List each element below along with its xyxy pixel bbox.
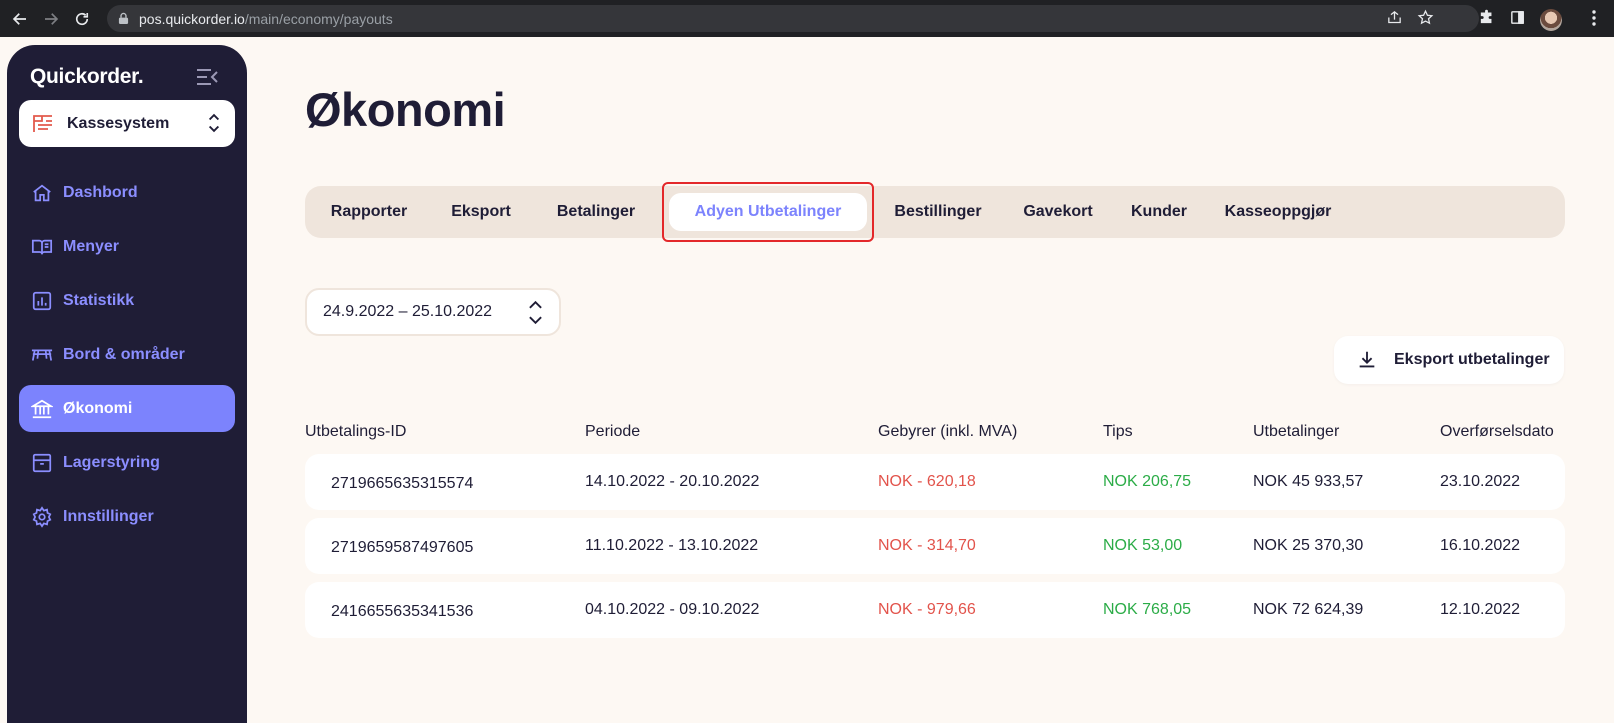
chevron-updown-icon: [207, 111, 221, 140]
table-row[interactable]: 2719659587497605 11.10.2022 - 13.10.2022…: [305, 518, 1565, 574]
date-range-value: 24.9.2022 – 25.10.2022: [323, 303, 493, 320]
transfer-date: 16.10.2022: [1440, 537, 1521, 554]
payout-amount: NOK 45 933,57: [1253, 473, 1364, 490]
export-payouts-label: Eksport utbetalinger: [1394, 351, 1550, 368]
export-payouts-button[interactable]: Eksport utbetalinger: [1334, 336, 1564, 384]
browser-toolbar: pos.quickorder.io/main/economy/payouts: [0, 0, 1614, 37]
column-header: Utbetalinger: [1253, 423, 1340, 440]
sidebar-item-innstillinger[interactable]: Innstillinger: [19, 493, 235, 540]
tab-rapporter[interactable]: Rapporter: [317, 193, 421, 231]
tab-bestillinger[interactable]: Bestillinger: [881, 193, 995, 231]
sidebar-item-menyer[interactable]: Menyer: [19, 223, 235, 270]
table-icon: [31, 344, 53, 366]
table-row[interactable]: 2416655635341536 04.10.2022 - 09.10.2022…: [305, 582, 1565, 638]
table-row[interactable]: 2719665635315574 14.10.2022 - 20.10.2022…: [305, 454, 1565, 510]
payout-fees: NOK - 314,70: [878, 537, 976, 554]
page-title: Økonomi: [305, 83, 506, 136]
forward-icon[interactable]: [40, 8, 62, 30]
collapse-sidebar-icon[interactable]: [195, 68, 219, 91]
payout-amount: NOK 72 624,39: [1253, 601, 1364, 618]
sidebar-item-lagerstyring[interactable]: Lagerstyring: [19, 439, 235, 486]
venue-selector[interactable]: Kassesystem: [19, 100, 235, 147]
sidebar-item-statistikk[interactable]: Statistikk: [19, 277, 235, 324]
transfer-date: 23.10.2022: [1440, 473, 1521, 490]
home-icon: [31, 182, 53, 204]
payout-fees: NOK - 979,66: [878, 601, 976, 618]
lock-icon: [118, 12, 130, 26]
payout-tips: NOK 206,75: [1103, 473, 1192, 490]
sidebar-item-dashbord[interactable]: Dashbord: [19, 169, 235, 216]
more-menu-icon[interactable]: [1592, 10, 1596, 31]
puzzle-icon[interactable]: [1478, 9, 1495, 31]
sidebar-item-label: Dashbord: [63, 183, 138, 201]
payout-fees: NOK - 620,18: [878, 473, 976, 490]
chart-icon: [31, 290, 53, 312]
sidebar-item-label: Statistikk: [63, 291, 135, 309]
payout-id: 2719659587497605: [331, 539, 474, 556]
download-icon: [1356, 349, 1378, 371]
sidebar-item-label: Lagerstyring: [63, 453, 160, 471]
payout-id: 2719665635315574: [331, 475, 474, 492]
tab-eksport[interactable]: Eksport: [439, 193, 523, 231]
sidebar-item-label: Innstillinger: [63, 507, 154, 525]
sidebar-item-label: Bord & områder: [63, 345, 185, 363]
sidebar: Quickorder. Kassesystem Dashbord Menyer …: [7, 45, 247, 723]
payout-id: 2416655635341536: [331, 603, 474, 620]
logo: Quickorder.: [30, 65, 144, 88]
table-header: Utbetalings-ID Periode Gebyrer (inkl. MV…: [0, 423, 1614, 445]
sidepanel-icon[interactable]: [1509, 9, 1526, 31]
address-bar[interactable]: pos.quickorder.io/main/economy/payouts: [107, 5, 1479, 32]
archive-icon: [31, 452, 53, 474]
sidebar-item-label: Økonomi: [63, 399, 133, 417]
tab-betalinger[interactable]: Betalinger: [541, 193, 651, 231]
payout-period: 14.10.2022 - 20.10.2022: [585, 473, 760, 490]
reload-icon[interactable]: [71, 8, 93, 30]
date-range-picker[interactable]: 24.9.2022 – 25.10.2022: [305, 288, 561, 336]
back-icon[interactable]: [9, 8, 31, 30]
gear-icon: [31, 505, 53, 528]
sidebar-nav: Dashbord Menyer Statistikk Bord & område…: [19, 169, 235, 547]
tab-kunder[interactable]: Kunder: [1121, 193, 1197, 231]
sidebar-item-label: Menyer: [63, 237, 120, 255]
column-header: Utbetalings-ID: [305, 423, 407, 440]
active-tab-highlight: [662, 182, 874, 242]
payout-amount: NOK 25 370,30: [1253, 537, 1364, 554]
column-header: Tips: [1103, 423, 1133, 440]
book-icon: [31, 236, 53, 258]
column-header: Periode: [585, 423, 641, 440]
sidebar-item-bord-omrader[interactable]: Bord & områder: [19, 331, 235, 378]
column-header: Overførselsdato: [1440, 423, 1554, 440]
venue-label: Kassesystem: [67, 114, 170, 132]
tab-kasseoppgjor[interactable]: Kasseoppgjør: [1215, 193, 1341, 231]
payout-tips: NOK 768,05: [1103, 601, 1192, 618]
pos-system-icon: [31, 112, 55, 136]
profile-avatar[interactable]: [1540, 9, 1562, 31]
star-icon[interactable]: [1417, 9, 1434, 31]
chevron-updown-icon[interactable]: [528, 299, 543, 331]
bank-icon: [29, 398, 55, 420]
tab-gavekort[interactable]: Gavekort: [1013, 193, 1103, 231]
payout-tips: NOK 53,00: [1103, 537, 1183, 554]
column-header: Gebyrer (inkl. MVA): [878, 423, 1018, 440]
transfer-date: 12.10.2022: [1440, 601, 1521, 618]
payout-period: 04.10.2022 - 09.10.2022: [585, 601, 760, 618]
payout-period: 11.10.2022 - 13.10.2022: [585, 537, 759, 554]
tab-bar: Rapporter Eksport Betalinger Adyen Utbet…: [305, 186, 1565, 238]
url-text: pos.quickorder.io/main/economy/payouts: [139, 10, 393, 27]
share-icon[interactable]: [1386, 9, 1403, 31]
